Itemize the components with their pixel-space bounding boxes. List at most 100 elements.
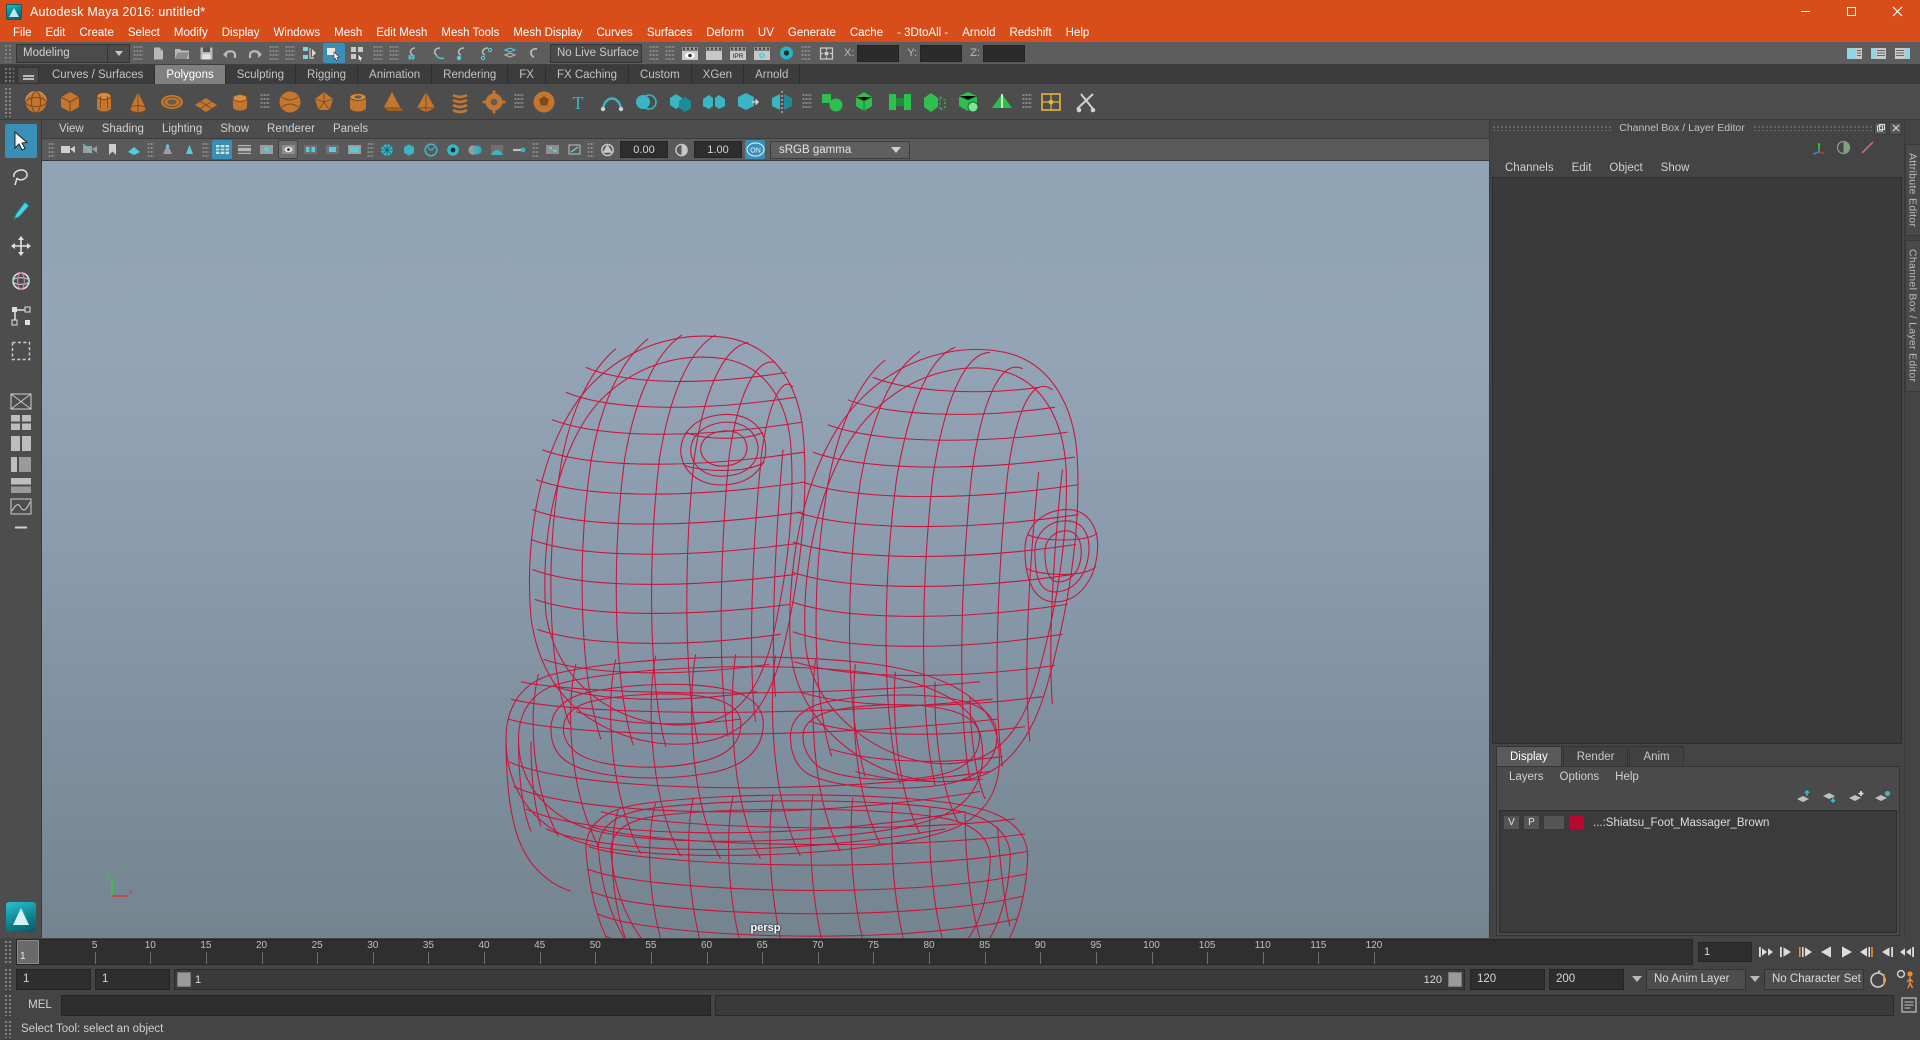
poly-plane-icon[interactable]	[191, 87, 221, 117]
shelf-tab-rendering[interactable]: Rendering	[432, 65, 509, 84]
range-slider-grip[interactable]	[4, 968, 13, 990]
poly-bridge-icon[interactable]	[885, 87, 915, 117]
render-sequence-icon[interactable]	[703, 43, 725, 63]
range-handle-right[interactable]	[1448, 971, 1462, 987]
move-tool-button[interactable]	[5, 229, 37, 263]
half-circle-icon[interactable]	[1832, 137, 1854, 157]
viewport-menu-show[interactable]: Show	[211, 120, 258, 139]
menu-mesh-tools[interactable]: Mesh Tools	[434, 23, 506, 42]
image-plane-icon[interactable]	[124, 140, 144, 159]
shelf-icons-grip[interactable]	[4, 86, 13, 117]
layout-more-button[interactable]	[6, 517, 36, 537]
menu-deform[interactable]: Deform	[699, 23, 751, 42]
channel-box-content[interactable]	[1492, 177, 1902, 744]
menu-edit-mesh[interactable]: Edit Mesh	[369, 23, 434, 42]
poly-gear-icon[interactable]	[479, 87, 509, 117]
current-time-indicator[interactable]: 1	[17, 940, 39, 964]
poly-type-icon[interactable]: T	[563, 87, 593, 117]
coord-z-field[interactable]	[982, 44, 1025, 62]
xray-mode-icon[interactable]	[564, 140, 584, 159]
shelf-tab-rigging[interactable]: Rigging	[296, 65, 359, 84]
exposure-icon[interactable]	[597, 140, 617, 159]
poly-reduce-icon[interactable]	[851, 87, 881, 117]
select-tool-button[interactable]	[4, 124, 37, 158]
layer-menu-help[interactable]: Help	[1607, 767, 1647, 786]
shelf-tab-polygons[interactable]: Polygons	[155, 65, 226, 84]
menu-3dtoall[interactable]: - 3DtoAll -	[890, 23, 955, 42]
poly-pyramid-icon[interactable]	[411, 87, 441, 117]
viewport-menu-renderer[interactable]: Renderer	[258, 120, 324, 139]
layer-tab-display[interactable]: Display	[1496, 746, 1562, 766]
poly-extract-icon[interactable]	[733, 87, 763, 117]
play-backwards-icon[interactable]	[1816, 941, 1836, 963]
redo-icon[interactable]	[243, 43, 265, 63]
channel-box-menu-channels[interactable]: Channels	[1496, 158, 1563, 177]
poly-mirror-icon[interactable]	[767, 87, 797, 117]
input-output-connections-icon[interactable]	[815, 43, 837, 63]
viewport-3d[interactable]: y x persp	[42, 161, 1489, 938]
snap-to-point-icon[interactable]	[451, 43, 473, 63]
snap-to-view-plane-icon[interactable]	[499, 43, 521, 63]
channel-box-menu-show[interactable]: Show	[1652, 158, 1699, 177]
select-camera-icon[interactable]	[58, 140, 78, 159]
ipr-render-icon[interactable]: IPR	[727, 43, 749, 63]
snap-to-grid-icon[interactable]	[403, 43, 425, 63]
menu-edit[interactable]: Edit	[39, 23, 73, 42]
layer-menu-layers[interactable]: Layers	[1501, 767, 1552, 786]
show-attribute-editor-icon[interactable]	[1843, 43, 1865, 63]
menu-generate[interactable]: Generate	[781, 23, 843, 42]
poly-multicut-icon[interactable]	[1037, 87, 1067, 117]
lasso-tool-button[interactable]	[5, 159, 37, 193]
live-surface-field[interactable]: No Live Surface	[550, 43, 642, 63]
poly-platonic-icon[interactable]	[309, 87, 339, 117]
render-view-icon[interactable]	[679, 43, 701, 63]
diagonal-slash-icon[interactable]	[1856, 137, 1878, 157]
undo-icon[interactable]	[219, 43, 241, 63]
poly-cylinder-icon[interactable]	[89, 87, 119, 117]
layout-graph-editor-button[interactable]	[6, 496, 36, 516]
menu-surfaces[interactable]: Surfaces	[640, 23, 699, 42]
select-by-object-icon[interactable]	[323, 43, 345, 63]
bookmark-icon[interactable]	[102, 140, 122, 159]
gamma-icon[interactable]	[671, 140, 691, 159]
script-editor-icon[interactable]	[1898, 994, 1920, 1016]
menu-select[interactable]: Select	[121, 23, 167, 42]
layer-name[interactable]: ...:Shiatsu_Foot_Massager_Brown	[1593, 817, 1769, 829]
xray-joints-icon[interactable]	[322, 140, 342, 159]
show-tool-settings-icon[interactable]	[1867, 43, 1889, 63]
make-live-icon[interactable]	[523, 43, 545, 63]
shelf-tab-fx-caching[interactable]: FX Caching	[545, 65, 630, 84]
poly-cone-icon[interactable]	[123, 87, 153, 117]
light-toggle-icon[interactable]	[179, 140, 199, 159]
menu-redshift[interactable]: Redshift	[1002, 23, 1058, 42]
layout-outliner-persp-button[interactable]	[6, 454, 36, 474]
camera-attributes-icon[interactable]	[80, 140, 100, 159]
shadows-icon[interactable]	[465, 140, 485, 159]
render-settings-icon[interactable]	[751, 43, 773, 63]
texture-toggle-icon[interactable]	[344, 140, 364, 159]
side-tab-attribute-editor[interactable]: Attribute Editor	[1904, 144, 1920, 237]
close-icon[interactable]	[1874, 0, 1920, 23]
anim-layer-field[interactable]: No Anim Layer	[1646, 968, 1746, 990]
menu-help[interactable]: Help	[1059, 23, 1097, 42]
show-channel-box-icon[interactable]	[1891, 43, 1913, 63]
menu-modify[interactable]: Modify	[167, 23, 215, 42]
menu-uv[interactable]: UV	[751, 23, 781, 42]
open-scene-icon[interactable]	[171, 43, 193, 63]
step-forward-keyframe-icon[interactable]	[1876, 941, 1896, 963]
new-scene-icon[interactable]	[147, 43, 169, 63]
minimize-icon[interactable]	[1782, 0, 1828, 23]
shelf-menu-icon[interactable]	[17, 67, 39, 84]
poly-sphere-icon[interactable]	[21, 87, 51, 117]
anim-layer-dropdown-arrow[interactable]	[1628, 969, 1646, 990]
motion-blur-icon[interactable]	[509, 140, 529, 159]
step-back-frame-icon[interactable]	[1796, 941, 1816, 963]
poly-append-icon[interactable]	[919, 87, 949, 117]
new-layer-from-selection-icon[interactable]	[1871, 788, 1893, 806]
go-to-end-icon[interactable]	[1896, 941, 1916, 963]
wireframe-on-shaded-icon[interactable]	[377, 140, 397, 159]
select-by-hierarchy-icon[interactable]	[299, 43, 321, 63]
close-icon[interactable]	[1889, 121, 1902, 135]
rotate-tool-button[interactable]	[5, 264, 37, 298]
range-handle-left[interactable]	[177, 971, 191, 987]
